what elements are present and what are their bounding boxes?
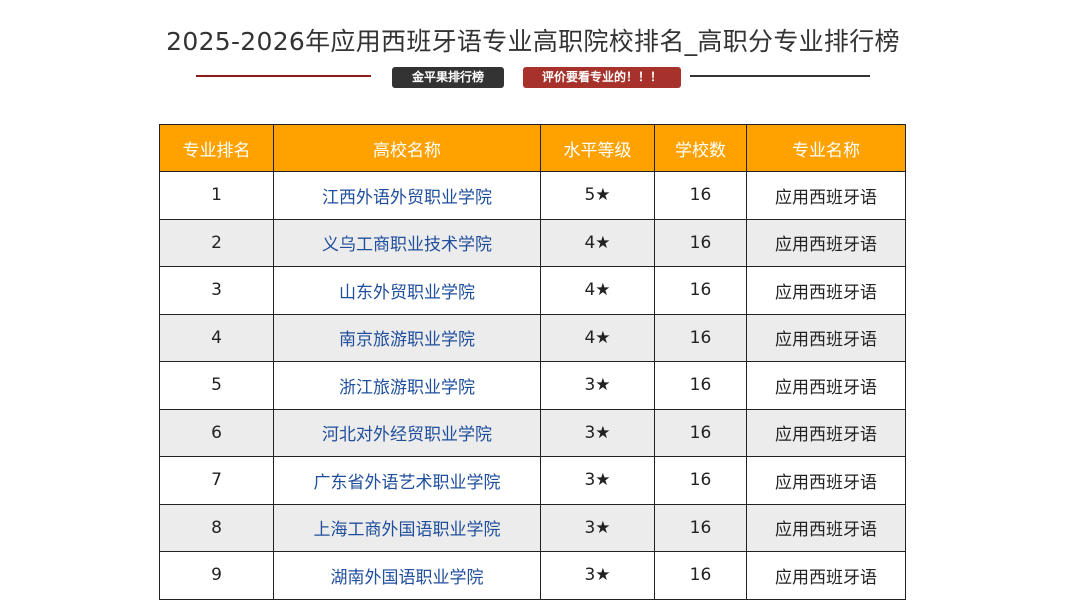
cell-rank: 4 — [159, 313, 274, 362]
brand-tag[interactable]: 金平果排行榜 — [392, 67, 504, 88]
header-major: 专业名称 — [746, 124, 906, 172]
cell-level: 3★ — [540, 361, 655, 410]
cell-rank: 9 — [159, 551, 274, 600]
cell-major: 应用西班牙语 — [746, 361, 906, 410]
table-row: 8 上海工商外国语职业学院 3★ 16 应用西班牙语 — [159, 503, 906, 552]
table-row: 5 浙江旅游职业学院 3★ 16 应用西班牙语 — [159, 361, 906, 410]
cell-level: 5★ — [540, 171, 655, 220]
cell-rank: 2 — [159, 218, 274, 267]
cell-major: 应用西班牙语 — [746, 456, 906, 505]
cell-rank: 7 — [159, 456, 274, 505]
cell-rank: 3 — [159, 266, 274, 315]
header-level: 水平等级 — [540, 124, 655, 172]
cell-level: 4★ — [540, 218, 655, 267]
notice-tag[interactable]: 评价要看专业的！！！ — [523, 67, 681, 88]
page-title: 2025-2026年应用西班牙语专业高职院校排名_高职分专业排行榜 — [166, 27, 900, 56]
cell-level: 4★ — [540, 266, 655, 315]
header-rank: 专业排名 — [159, 124, 274, 172]
table-row: 9 湖南外国语职业学院 3★ 16 应用西班牙语 — [159, 551, 906, 600]
table-row: 6 河北对外经贸职业学院 3★ 16 应用西班牙语 — [159, 408, 906, 457]
title-divider-right — [690, 75, 870, 77]
table-header-row: 专业排名 高校名称 水平等级 学校数 专业名称 — [159, 124, 906, 172]
table-row: 4 南京旅游职业学院 4★ 16 应用西班牙语 — [159, 313, 906, 362]
cell-count: 16 — [654, 313, 747, 362]
cell-major: 应用西班牙语 — [746, 503, 906, 552]
school-link[interactable]: 义乌工商职业技术学院 — [322, 235, 492, 255]
school-link[interactable]: 湖南外国语职业学院 — [331, 568, 484, 588]
school-link[interactable]: 广东省外语艺术职业学院 — [314, 473, 501, 493]
school-link[interactable]: 山东外贸职业学院 — [339, 283, 475, 303]
cell-count: 16 — [654, 266, 747, 315]
cell-count: 16 — [654, 408, 747, 457]
cell-count: 16 — [654, 456, 747, 505]
cell-level: 3★ — [540, 456, 655, 505]
header-count: 学校数 — [654, 124, 747, 172]
table-row: 7 广东省外语艺术职业学院 3★ 16 应用西班牙语 — [159, 456, 906, 505]
cell-count: 16 — [654, 361, 747, 410]
cell-rank: 1 — [159, 171, 274, 220]
school-link[interactable]: 上海工商外国语职业学院 — [314, 520, 501, 540]
school-link[interactable]: 河北对外经贸职业学院 — [322, 425, 492, 445]
cell-rank: 5 — [159, 361, 274, 410]
cell-count: 16 — [654, 218, 747, 267]
cell-count: 16 — [654, 503, 747, 552]
table-row: 1 江西外语外贸职业学院 5★ 16 应用西班牙语 — [159, 171, 906, 220]
school-link[interactable]: 南京旅游职业学院 — [339, 330, 475, 350]
cell-major: 应用西班牙语 — [746, 266, 906, 315]
cell-level: 3★ — [540, 503, 655, 552]
cell-level: 4★ — [540, 313, 655, 362]
header-school: 高校名称 — [273, 124, 541, 172]
cell-rank: 6 — [159, 408, 274, 457]
ranking-table: 专业排名 高校名称 水平等级 学校数 专业名称 1 江西外语外贸职业学院 5★ … — [159, 124, 906, 600]
cell-major: 应用西班牙语 — [746, 408, 906, 457]
cell-major: 应用西班牙语 — [746, 313, 906, 362]
cell-count: 16 — [654, 551, 747, 600]
school-link[interactable]: 浙江旅游职业学院 — [339, 378, 475, 398]
table-row: 2 义乌工商职业技术学院 4★ 16 应用西班牙语 — [159, 218, 906, 267]
cell-rank: 8 — [159, 503, 274, 552]
cell-major: 应用西班牙语 — [746, 218, 906, 267]
cell-major: 应用西班牙语 — [746, 171, 906, 220]
cell-level: 3★ — [540, 551, 655, 600]
cell-count: 16 — [654, 171, 747, 220]
title-divider-left — [196, 75, 371, 77]
table-row: 3 山东外贸职业学院 4★ 16 应用西班牙语 — [159, 266, 906, 315]
cell-major: 应用西班牙语 — [746, 551, 906, 600]
cell-level: 3★ — [540, 408, 655, 457]
school-link[interactable]: 江西外语外贸职业学院 — [322, 188, 492, 208]
